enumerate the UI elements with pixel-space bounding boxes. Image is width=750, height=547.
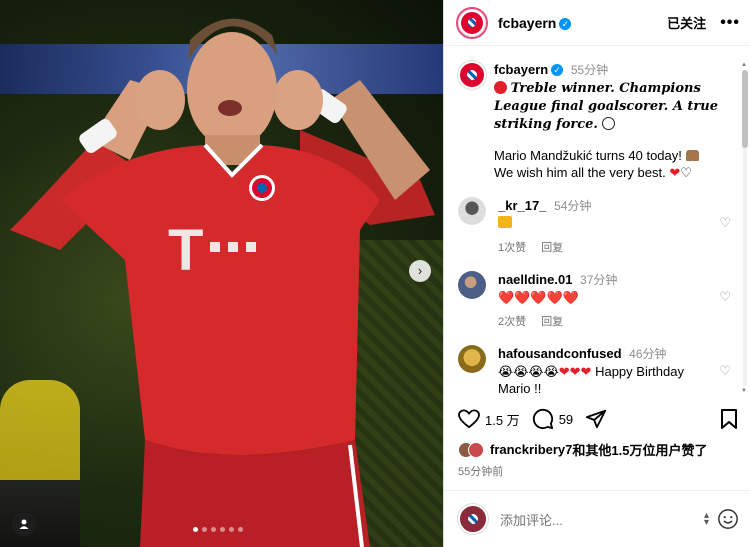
carousel-dots [193,527,243,532]
comment-like-icon[interactable]: ♡ [719,363,731,379]
post-actions: 1.5 万 59 [458,406,738,432]
red-heart-emoji: ❤ [669,165,681,180]
comment-like-icon[interactable]: ♡ [719,215,731,231]
tagged-users-button[interactable] [12,512,36,536]
scrollbar-thumb[interactable] [742,70,748,148]
white-circle-emoji [601,117,615,130]
carousel-dot [220,527,225,532]
share-icon[interactable] [585,408,607,430]
caption-time: 55分钟 [570,63,609,77]
bookmark-icon[interactable] [720,408,738,430]
caption-text-line2: We wish him all the very best. [494,165,666,180]
like-heart-icon[interactable] [458,409,480,429]
liked-by-user[interactable]: franckribery7 [490,442,572,457]
player-illustration: T [10,18,435,547]
comment-text: 😭😭😭😭❤❤❤ Happy Birthday Mario !! [498,363,703,397]
comment-username[interactable]: _kr_17_ [498,198,546,213]
fcbayern-logo [458,61,486,89]
user-icon [19,519,29,529]
comment-time: 54分钟 [554,199,592,213]
fcbayern-logo [459,9,485,36]
post-details-panel: fcbayern ✓ 已关注 ••• fcbayern ✓ 55分钟 Treble … [443,0,750,547]
comment-item: naelldine.01 37分钟 ❤️❤️❤️❤️❤️ 2次赞 回复 ♡ [458,271,739,331]
more-options-icon[interactable]: ••• [720,14,740,32]
svg-text:T: T [168,218,203,283]
account-avatar[interactable] [456,6,488,39]
comment-time: 46分钟 [629,347,667,361]
post-header: fcbayern ✓ 已关注 ••• [444,0,750,46]
add-comment-bar: 添加评论... ▴ ▾ [444,490,750,547]
carousel-dot [238,527,243,532]
post-photo[interactable]: T › [0,0,443,547]
verified-icon: ✓ [551,64,564,76]
post-caption: fcbayern ✓ 55分钟 Treble winner. Champions … [458,61,739,181]
emoji-icon[interactable] [717,508,739,530]
comments-scrollbar[interactable]: ▲ ▼ [741,62,748,394]
comment-username[interactable]: hafousandconfused [498,346,622,361]
liker-avatars[interactable] [458,441,484,458]
comment-item: hafousandconfused 46分钟 😭😭😭😭❤❤❤ Happy Bir… [458,345,739,397]
reply-button[interactable]: 回复 [541,316,563,328]
scroll-up-icon[interactable]: ▲ [741,62,747,68]
comment-input[interactable]: 添加评论... [500,510,563,529]
comment-username[interactable]: naelldine.01 [498,272,572,287]
account-username[interactable]: fcbayern ✓ [498,15,572,31]
comment-like-icon[interactable]: ♡ [719,289,731,305]
comment-item: _kr_17_ 54分钟 1次赞 回复 ♡ [458,197,739,257]
caption-text: Mario Mandžukić turns 40 today! We wish … [494,147,724,181]
liker-avatar [468,441,484,458]
comment-likes[interactable]: 2次赞 [498,316,526,328]
carousel-dot [202,527,207,532]
white-heart-emoji: ♡ [680,165,692,180]
resize-icon[interactable]: ▴ ▾ [704,511,709,528]
comment-time: 37分钟 [580,273,618,287]
reply-button[interactable]: 回复 [541,242,563,254]
comment-text: ❤️❤️❤️❤️❤️ [498,290,579,305]
comment-avatar[interactable] [458,271,486,299]
current-user-avatar [458,504,488,534]
posted-time[interactable]: 55分钟前 [458,463,503,479]
carousel-next-button[interactable]: › [409,260,431,282]
crying-emojis: 😭😭😭😭 [498,364,559,379]
following-button[interactable]: 已关注 [667,13,706,32]
liked-by-suffix[interactable]: 和其他1.5万位用户赞了 [572,440,707,459]
caption-text-line1: Mario Mandžukić turns 40 today! [494,148,682,163]
carousel-dot [211,527,216,532]
scroll-down-icon[interactable]: ▼ [741,388,747,394]
cake-emoji [685,150,699,161]
user-logo [458,504,488,534]
comment-count[interactable]: 59 [559,412,573,427]
red-circle-emoji [494,81,507,94]
caption-username[interactable]: fcbayern [494,62,548,77]
comment-avatar[interactable] [458,345,486,373]
comments-list[interactable]: fcbayern ✓ 55分钟 Treble winner. Champions … [444,47,750,397]
carousel-dot [193,527,198,532]
caption-avatar[interactable] [458,61,486,89]
liked-by: franckribery7 和其他1.5万位用户赞了 [458,440,707,459]
comment-icon[interactable] [532,408,554,430]
carousel-dot [229,527,234,532]
comment-avatar[interactable] [458,197,486,225]
like-count[interactable]: 1.5 万 [485,410,520,429]
heart-emojis: ❤❤❤ [558,364,592,379]
verified-icon: ✓ [559,17,572,30]
username-text[interactable]: fcbayern [498,15,556,31]
crown-emoji [498,216,512,228]
comment-likes[interactable]: 1次赞 [498,242,526,254]
